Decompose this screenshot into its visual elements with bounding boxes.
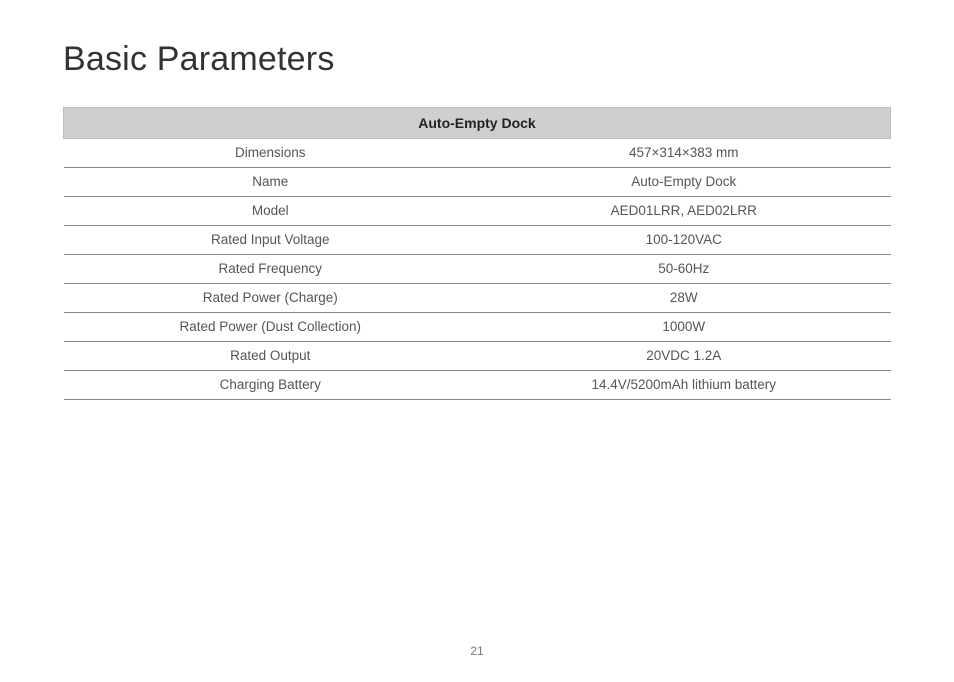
param-label: Rated Output bbox=[64, 342, 478, 371]
table-row: Name Auto-Empty Dock bbox=[64, 168, 891, 197]
param-label: Dimensions bbox=[64, 139, 478, 168]
table-row: Charging Battery 14.4V/5200mAh lithium b… bbox=[64, 371, 891, 400]
parameters-table: Auto-Empty Dock Dimensions 457×314×383 m… bbox=[63, 107, 891, 400]
param-label: Model bbox=[64, 197, 478, 226]
param-value: 100-120VAC bbox=[477, 226, 891, 255]
param-value: 457×314×383 mm bbox=[477, 139, 891, 168]
page-content: Basic Parameters Auto-Empty Dock Dimensi… bbox=[0, 0, 954, 400]
param-value: 20VDC 1.2A bbox=[477, 342, 891, 371]
param-label: Rated Input Voltage bbox=[64, 226, 478, 255]
param-value: 28W bbox=[477, 284, 891, 313]
page-number: 21 bbox=[0, 644, 954, 658]
table-row: Rated Power (Dust Collection) 1000W bbox=[64, 313, 891, 342]
param-value: Auto-Empty Dock bbox=[477, 168, 891, 197]
param-label: Rated Power (Charge) bbox=[64, 284, 478, 313]
param-label: Charging Battery bbox=[64, 371, 478, 400]
table-row: Dimensions 457×314×383 mm bbox=[64, 139, 891, 168]
param-value: AED01LRR, AED02LRR bbox=[477, 197, 891, 226]
table-row: Model AED01LRR, AED02LRR bbox=[64, 197, 891, 226]
table-row: Rated Output 20VDC 1.2A bbox=[64, 342, 891, 371]
param-value: 1000W bbox=[477, 313, 891, 342]
param-label: Name bbox=[64, 168, 478, 197]
param-value: 50-60Hz bbox=[477, 255, 891, 284]
table-row: Rated Input Voltage 100-120VAC bbox=[64, 226, 891, 255]
table-row: Rated Frequency 50-60Hz bbox=[64, 255, 891, 284]
param-label: Rated Power (Dust Collection) bbox=[64, 313, 478, 342]
table-row: Rated Power (Charge) 28W bbox=[64, 284, 891, 313]
param-label: Rated Frequency bbox=[64, 255, 478, 284]
page-title: Basic Parameters bbox=[63, 40, 891, 79]
table-header: Auto-Empty Dock bbox=[64, 108, 891, 139]
param-value: 14.4V/5200mAh lithium battery bbox=[477, 371, 891, 400]
